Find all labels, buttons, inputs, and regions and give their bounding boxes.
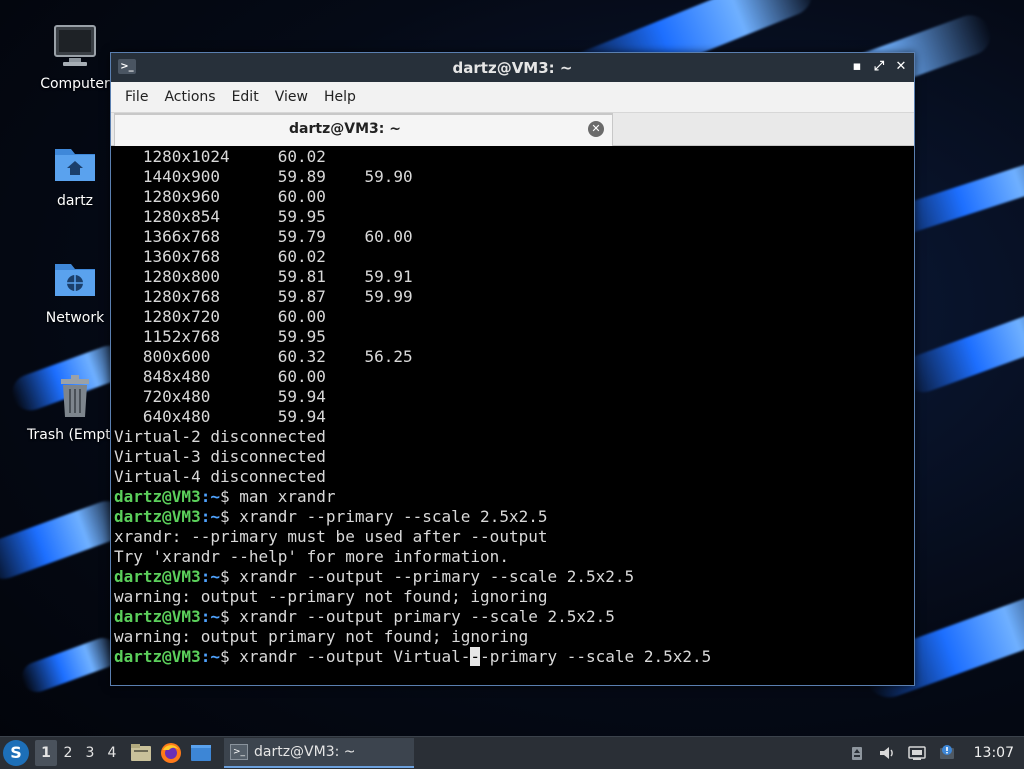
terminal-output-line: Try 'xrandr --help' for more information… — [114, 547, 509, 566]
terminal-output-line: 1280x854 59.95 — [114, 207, 326, 226]
desktop-icon-trash[interactable]: Trash (Empty) — [27, 373, 125, 443]
menu-actions[interactable]: Actions — [156, 89, 223, 105]
network-icon[interactable] — [907, 744, 926, 762]
tab-bar: dartz@VM3: ~ ✕ — [111, 113, 914, 146]
terminal-output-line: 640x480 59.94 — [114, 407, 326, 426]
desktop-icon-network[interactable]: Network — [27, 256, 123, 326]
file-manager-icon[interactable] — [129, 741, 153, 765]
show-desktop-icon[interactable] — [189, 741, 213, 765]
terminal-output-line: warning: output --primary not found; ign… — [114, 587, 548, 606]
command-text: xrandr --output primary --scale 2.5x2.5 — [239, 607, 615, 626]
minimize-button[interactable]: ▪ — [850, 58, 864, 76]
terminal-output-line: 1366x768 59.79 60.00 — [114, 227, 413, 246]
start-menu-button[interactable]: S — [3, 740, 29, 766]
close-button[interactable]: ✕ — [894, 58, 908, 76]
tab-close-icon[interactable]: ✕ — [588, 121, 604, 137]
maximize-button[interactable]: ⤢ — [872, 58, 886, 76]
terminal-output-line: 800x600 60.32 56.25 — [114, 347, 413, 366]
terminal-output[interactable]: 1280x1024 60.02 1440x900 59.89 59.90 128… — [114, 147, 910, 683]
workspace-4[interactable]: 4 — [101, 740, 123, 766]
prompt-symbol: $ — [219, 567, 240, 586]
taskbar-terminal-button[interactable]: >_ dartz@VM3: ~ — [224, 738, 414, 768]
prompt-path: :~ — [200, 647, 220, 666]
prompt-path: :~ — [200, 487, 220, 506]
workspace-1[interactable]: 1 — [35, 740, 57, 766]
terminal-command-line: dartz@VM3:~$ xrandr --output --primary -… — [114, 567, 910, 587]
terminal-command-line: dartz@VM3:~$ xrandr --output primary --s… — [114, 607, 910, 627]
menu-edit[interactable]: Edit — [224, 89, 267, 105]
terminal-output-line: 1280x1024 60.02 — [114, 147, 326, 166]
window-titlebar[interactable]: >_ dartz@VM3: ~ ▪ ⤢ ✕ — [111, 53, 914, 82]
volume-icon[interactable] — [878, 744, 896, 762]
prompt-user: dartz@VM3 — [114, 647, 201, 666]
terminal-output-line: 1280x768 59.87 59.99 — [114, 287, 413, 306]
network-folder-icon — [51, 256, 99, 304]
terminal-window[interactable]: >_ dartz@VM3: ~ ▪ ⤢ ✕ File Actions Edit … — [110, 52, 915, 686]
command-text: xrandr --output Virtual- — [239, 647, 471, 666]
prompt-symbol: $ — [219, 647, 240, 666]
prompt-user: dartz@VM3 — [114, 507, 201, 526]
command-text: xrandr --output --primary --scale 2.5x2.… — [239, 567, 635, 586]
terminal-command-line: dartz@VM3:~$ man xrandr — [114, 487, 910, 507]
desktop-icon-computer[interactable]: Computer — [27, 22, 123, 92]
text-cursor: - — [470, 647, 481, 666]
terminal-output-line: Virtual-2 disconnected — [114, 427, 326, 446]
window-controls: ▪ ⤢ ✕ — [850, 58, 908, 76]
home-folder-icon — [51, 139, 99, 187]
workspace-3[interactable]: 3 — [79, 740, 101, 766]
prompt-symbol: $ — [219, 607, 240, 626]
terminal-output-line: 1280x800 59.81 59.91 — [114, 267, 413, 286]
terminal-command-line: dartz@VM3:~$ xrandr --output Virtual---p… — [114, 647, 910, 667]
wallpaper-streak — [17, 633, 123, 697]
taskbar: S 1 2 3 4 >_ dartz@VM3: ~ 13:07 — [0, 736, 1024, 769]
terminal-output-line: 1360x768 60.02 — [114, 247, 326, 266]
menu-bar: File Actions Edit View Help — [111, 82, 914, 113]
menu-file[interactable]: File — [117, 89, 156, 105]
command-text: -primary --scale 2.5x2.5 — [480, 647, 712, 666]
trash-icon — [51, 373, 99, 421]
computer-icon — [51, 22, 99, 70]
prompt-symbol: $ — [219, 507, 240, 526]
desktop-icon-label: dartz — [56, 193, 94, 209]
wallpaper-streak — [898, 300, 1024, 398]
terminal-output-line: Virtual-4 disconnected — [114, 467, 326, 486]
prompt-path: :~ — [200, 507, 220, 526]
prompt-path: :~ — [200, 607, 220, 626]
menu-help[interactable]: Help — [316, 89, 364, 105]
terminal-output-line: 1152x768 59.95 — [114, 327, 326, 346]
terminal-icon: >_ — [230, 744, 248, 760]
terminal-output-line: 848x480 60.00 — [114, 367, 326, 386]
firefox-icon[interactable] — [159, 741, 183, 765]
terminal-tab[interactable]: dartz@VM3: ~ ✕ — [114, 113, 613, 146]
removable-media-icon[interactable] — [848, 744, 866, 762]
command-text: man xrandr — [239, 487, 336, 506]
terminal-output-line: 1280x720 60.00 — [114, 307, 326, 326]
prompt-user: dartz@VM3 — [114, 567, 201, 586]
terminal-command-line: dartz@VM3:~$ xrandr --primary --scale 2.… — [114, 507, 910, 527]
desktop-icon-label: Network — [45, 310, 105, 326]
desktop-icon-label: Trash (Empty) — [27, 427, 125, 443]
menu-view[interactable]: View — [267, 89, 316, 105]
prompt-user: dartz@VM3 — [114, 487, 201, 506]
terminal-output-line: 720x480 59.94 — [114, 387, 326, 406]
notification-icon[interactable] — [938, 744, 956, 762]
window-title: dartz@VM3: ~ — [452, 59, 573, 77]
workspace-2[interactable]: 2 — [57, 740, 79, 766]
terminal-output-line: 1280x960 60.00 — [114, 187, 326, 206]
tab-label: dartz@VM3: ~ — [289, 121, 401, 137]
system-tray: 13:07 — [848, 744, 1024, 762]
prompt-user: dartz@VM3 — [114, 607, 201, 626]
prompt-path: :~ — [200, 567, 220, 586]
terminal-output-line: xrandr: --primary must be used after --o… — [114, 527, 548, 546]
terminal-output-line: Virtual-3 disconnected — [114, 447, 326, 466]
desktop-icon-label: Computer — [40, 76, 110, 92]
taskbar-task-label: dartz@VM3: ~ — [254, 744, 356, 760]
prompt-symbol: $ — [219, 487, 240, 506]
terminal-output-line: warning: output primary not found; ignor… — [114, 627, 529, 646]
desktop-icon-home[interactable]: dartz — [27, 139, 123, 209]
terminal-output-line: 1440x900 59.89 59.90 — [114, 167, 413, 186]
clock[interactable]: 13:07 — [974, 745, 1014, 761]
command-text: xrandr --primary --scale 2.5x2.5 — [239, 507, 548, 526]
